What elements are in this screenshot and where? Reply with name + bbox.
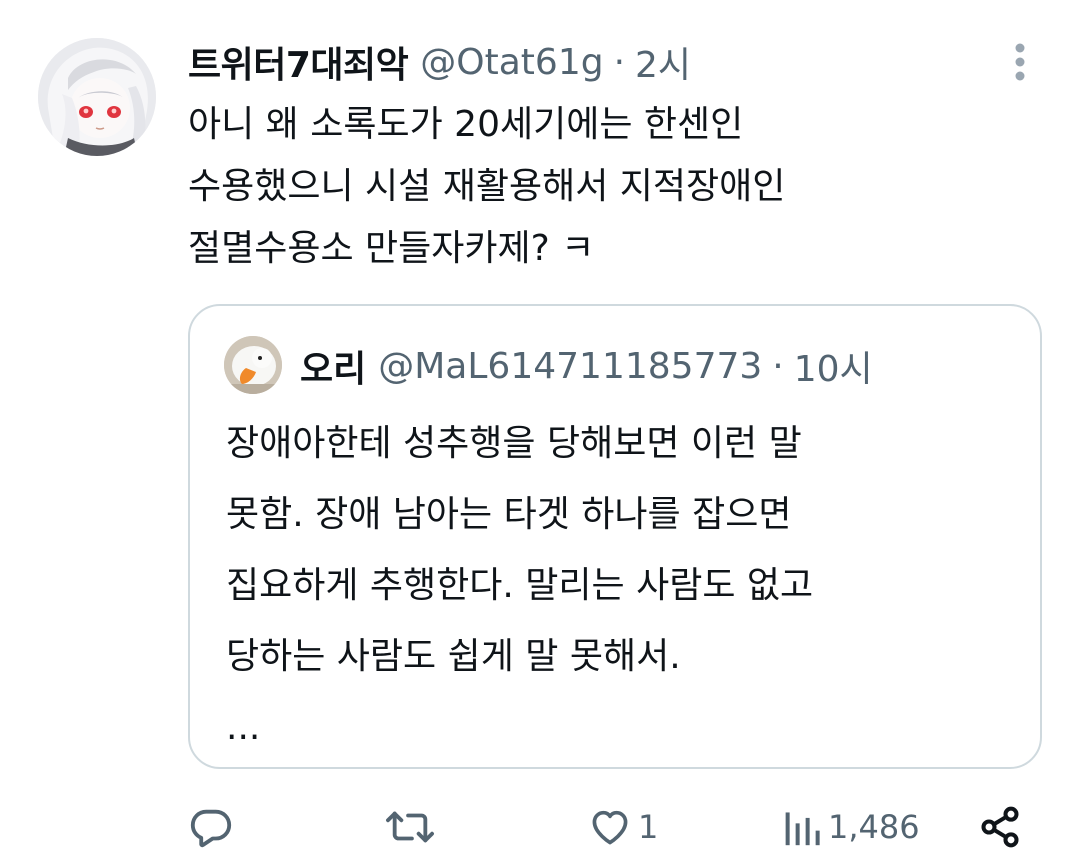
more-options-button[interactable] <box>1002 40 1038 84</box>
tweet-text-line: 절멸수용소 만들자카제? ㅋ <box>188 228 595 269</box>
quoted-avatar[interactable] <box>224 336 282 394</box>
like-button[interactable]: 1 <box>588 798 658 856</box>
display-name[interactable]: 트위터7대죄악 <box>188 36 409 88</box>
views-button[interactable]: 1,486 <box>782 798 920 856</box>
share-icon <box>981 806 1019 848</box>
quoted-tweet-text: 장애아한테 성추행을 당해보면 이런 말 못함. 장애 남아는 타겟 하나를 잡… <box>226 408 1016 763</box>
avatar[interactable] <box>38 38 156 156</box>
share-button[interactable] <box>978 798 1022 856</box>
retweet-icon <box>386 811 434 843</box>
tweet-text-line: 수용했으니 시설 재활용해서 지적장애인 <box>188 166 786 207</box>
reply-button[interactable] <box>188 798 240 856</box>
quoted-text-line: 장애아한테 성추행을 당해보면 이런 말 <box>226 423 802 464</box>
like-count: 1 <box>638 808 659 846</box>
reply-icon <box>190 809 232 848</box>
heart-icon <box>592 810 628 845</box>
separator-dot: · <box>613 41 626 83</box>
tweet-header: 트위터7대죄악 @Otat61g · 2시 <box>188 34 691 90</box>
quoted-text-line: ... <box>226 707 261 748</box>
quoted-text-line: 집요하게 추행한다. 말리는 사람도 없고 <box>226 565 814 606</box>
quoted-display-name[interactable]: 오리 <box>300 340 366 392</box>
tweet-text-line: 아니 왜 소록도가 20세기에는 한센인 <box>188 104 744 145</box>
retweet-button[interactable] <box>385 798 441 856</box>
views-count: 1,486 <box>828 808 920 846</box>
tweet-text: 아니 왜 소록도가 20세기에는 한센인 수용했으니 시설 재활용해서 지적장애… <box>188 94 1008 280</box>
views-chart-icon <box>785 812 820 846</box>
quoted-text-line: 못함. 장애 남아는 타겟 하나를 잡으면 <box>226 494 792 535</box>
quoted-user-handle[interactable]: @MaL614711185773 <box>378 346 762 387</box>
action-bar: 1 1,486 <box>0 798 1080 858</box>
timestamp[interactable]: 2시 <box>635 36 691 88</box>
more-vertical-icon <box>1015 43 1025 81</box>
quoted-timestamp[interactable]: 10시 <box>794 340 873 392</box>
quoted-text-line: 당하는 사람도 쉽게 말 못해서. <box>226 636 681 677</box>
quoted-tweet-header: 오리 @MaL614711185773 · 10시 <box>300 336 873 396</box>
user-handle[interactable]: @Otat61g <box>420 42 603 83</box>
quoted-tweet-card[interactable]: 오리 @MaL614711185773 · 10시 장애아한테 성추행을 당해보… <box>188 304 1042 769</box>
separator-dot: · <box>772 345 784 387</box>
